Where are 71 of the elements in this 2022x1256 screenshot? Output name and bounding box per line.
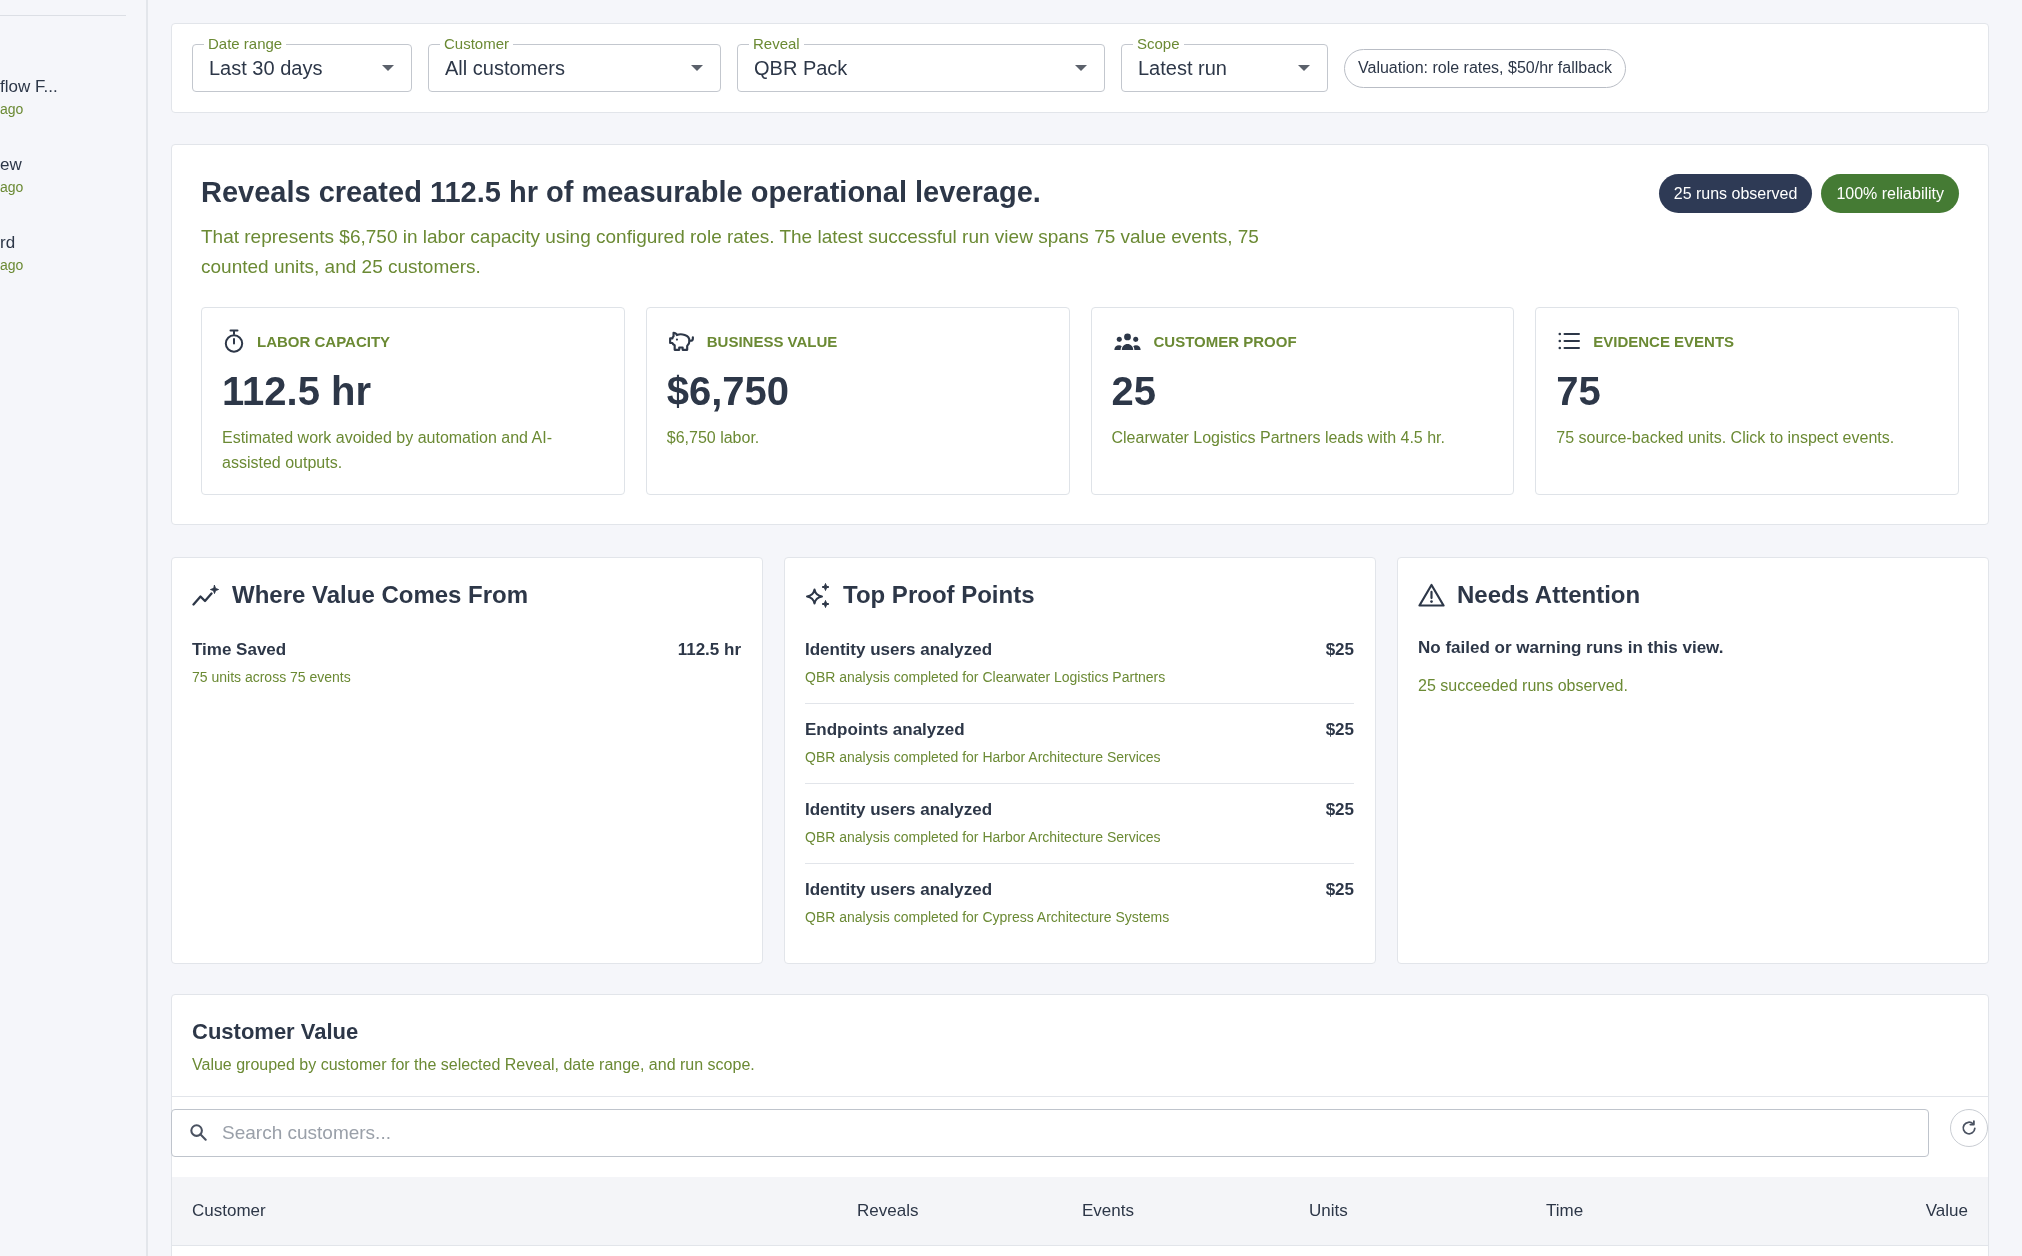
- refresh-button[interactable]: [1950, 1109, 1988, 1147]
- status-badge: 25 runs observed: [1658, 174, 1813, 213]
- proof-point-amount: $25: [1325, 719, 1354, 741]
- metric-description: 75 source-backed units. Click to inspect events.: [1556, 428, 1896, 448]
- caret-icon: [382, 65, 394, 71]
- summary-headline: Reveals created 112.5 hr of measurable operational leverage.: [201, 175, 1042, 210]
- proof-point-detail: QBR analysis completed for Harbor Architecture Services: [805, 828, 1162, 847]
- sidebar-item-time: ago: [0, 178, 24, 197]
- card-title: Needs Attention: [1457, 580, 1641, 610]
- proof-point-title: Endpoints analyzed: [805, 719, 965, 741]
- sidebar-item-time: ago: [0, 256, 24, 275]
- column-header: Value: [1925, 1201, 1968, 1221]
- proof-point-amount: $25: [1325, 639, 1354, 661]
- metric-label: LABOR CAPACITY: [257, 332, 391, 350]
- valuation-tag: Valuation: role rates, $50/hr fallback: [1344, 48, 1627, 88]
- metric-value: $6,750: [666, 368, 791, 415]
- metric-description: Estimated work avoided by automation and AI-assisted outputs.: [222, 428, 553, 473]
- sidebar-item-title[interactable]: ew: [0, 154, 22, 176]
- column-header: Customer: [192, 1201, 266, 1221]
- sidebar-item-title[interactable]: flow F...: [0, 76, 58, 98]
- summary-description: That represents $6,750 in labor capacity using configured role rates. The latest successful run view spans 75 value events, 75 counted units, and 25 customers.: [201, 225, 1260, 279]
- source-detail: 75 units across 75 events: [192, 668, 352, 687]
- column-header: Events: [1082, 1201, 1134, 1221]
- chart-line-sparkle-icon: [192, 584, 220, 606]
- section-title: Customer Value: [192, 1018, 360, 1046]
- proof-point-title: Identity users analyzed: [805, 799, 993, 821]
- metric-value: 25: [1111, 368, 1157, 415]
- proof-point-title: Identity users analyzed: [805, 639, 993, 661]
- metric-card[interactable]: EVIDENCE EVENTS 75 75 source-backed units. Click to inspect events.: [1535, 307, 1959, 495]
- metric-value: 112.5 hr: [222, 368, 372, 415]
- metric-label: EVIDENCE EVENTS: [1593, 332, 1735, 350]
- proof-point-amount: $25: [1325, 799, 1354, 821]
- proof-point-detail: QBR analysis completed for Clearwater Logistics Partners: [805, 668, 1167, 687]
- proof-point-amount: $25: [1325, 879, 1354, 901]
- column-header: Units: [1309, 1201, 1348, 1221]
- warning-icon: [1418, 583, 1445, 607]
- metric-description: Clearwater Logistics Partners leads with 4.5 hr.: [1111, 428, 1446, 448]
- proof-point-detail: QBR analysis completed for Harbor Architecture Services: [805, 748, 1162, 767]
- list-icon: [1558, 332, 1581, 350]
- column-header: Time: [1546, 1201, 1584, 1221]
- proof-point-title: Identity users analyzed: [805, 879, 993, 901]
- caret-icon: [1075, 65, 1087, 71]
- people-group-icon: [1113, 332, 1141, 350]
- attention-detail: 25 succeeded runs observed.: [1418, 676, 1629, 696]
- sidebar-item-title[interactable]: rd: [0, 232, 16, 254]
- source-name: Time Saved: [192, 639, 287, 661]
- proof-point-detail: QBR analysis completed for Cypress Architecture Systems: [805, 908, 1171, 927]
- dropdown-label: Reveal: [749, 35, 804, 52]
- caret-icon: [691, 65, 703, 71]
- metric-card[interactable]: LABOR CAPACITY 112.5 hr Estimated work avoided by automation and AI-assisted outputs.: [201, 307, 625, 495]
- metric-card[interactable]: BUSINESS VALUE $6,750 $6,750 labor.: [645, 307, 1070, 495]
- metric-label: BUSINESS VALUE: [706, 332, 838, 350]
- column-header: Reveals: [857, 1201, 919, 1221]
- source-value: 112.5 hr: [677, 639, 741, 661]
- stopwatch-icon: [224, 329, 244, 353]
- status-badge: 100% reliability: [1821, 174, 1959, 213]
- caret-icon: [1298, 65, 1310, 71]
- piggy-bank-icon: [668, 331, 694, 351]
- metric-description: $6,750 labor.: [666, 428, 761, 448]
- section-description: Value grouped by customer for the selected Reveal, date range, and run scope.: [192, 1055, 756, 1075]
- card-title: Top Proof Points: [843, 580, 1035, 610]
- attention-message: No failed or warning runs in this view.: [1418, 637, 1725, 659]
- search-icon: [190, 1124, 207, 1141]
- refresh-icon: [1961, 1120, 1977, 1136]
- sidebar-item-time: ago: [0, 100, 24, 119]
- metric-value: 75: [1556, 368, 1602, 415]
- metric-label: CUSTOMER PROOF: [1153, 332, 1297, 350]
- card-title: Where Value Comes From: [232, 580, 529, 610]
- search-field[interactable]: Search customers...: [171, 1109, 1929, 1157]
- metric-card[interactable]: CUSTOMER PROOF 25 Clearwater Logistics Partners leads with 4.5 hr.: [1090, 307, 1515, 495]
- sparkles-icon: [805, 582, 831, 608]
